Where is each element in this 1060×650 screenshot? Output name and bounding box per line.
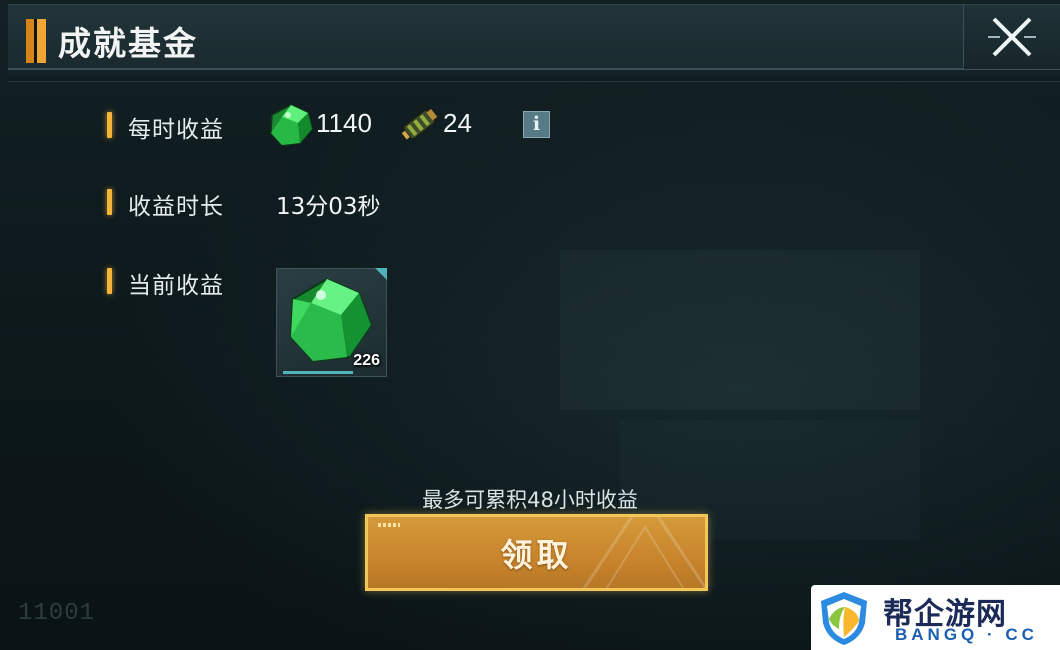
claim-button[interactable]: 领取: [365, 514, 708, 591]
info-button[interactable]: i: [523, 111, 550, 138]
panel-title: 成就基金: [58, 24, 198, 63]
serial-number: 11001: [18, 600, 96, 627]
panel-header: 成就基金: [8, 4, 1060, 70]
ammo-per-hour: 24: [443, 108, 472, 138]
watermark: 帮企游网 BANGQ · CC: [811, 585, 1060, 650]
header-ledge: [8, 70, 1060, 82]
close-x-icon: [988, 17, 1036, 57]
reward-item-card[interactable]: 226: [276, 268, 387, 377]
item-count: 226: [353, 352, 380, 369]
row-marker: [107, 268, 112, 294]
close-button[interactable]: [963, 5, 1060, 69]
crystal-per-hour: 1140: [316, 108, 372, 138]
row-marker: [107, 112, 112, 138]
accumulation-note: 最多可累积48小时收益: [422, 488, 638, 512]
current-income-label: 当前收益: [128, 273, 224, 299]
income-duration-value: 13分03秒: [276, 194, 381, 220]
hourly-income-label: 每时收益: [128, 117, 224, 143]
claim-button-label: 领取: [500, 535, 573, 574]
income-duration-label: 收益时长: [128, 194, 224, 220]
ammo-canister-icon: [401, 108, 438, 140]
shield-logo-icon: [821, 592, 867, 645]
row-marker: [107, 189, 112, 215]
header-stripe-icon: [26, 19, 46, 63]
green-crystal-icon: [270, 104, 313, 146]
watermark-sub: BANGQ · CC: [895, 625, 1038, 644]
